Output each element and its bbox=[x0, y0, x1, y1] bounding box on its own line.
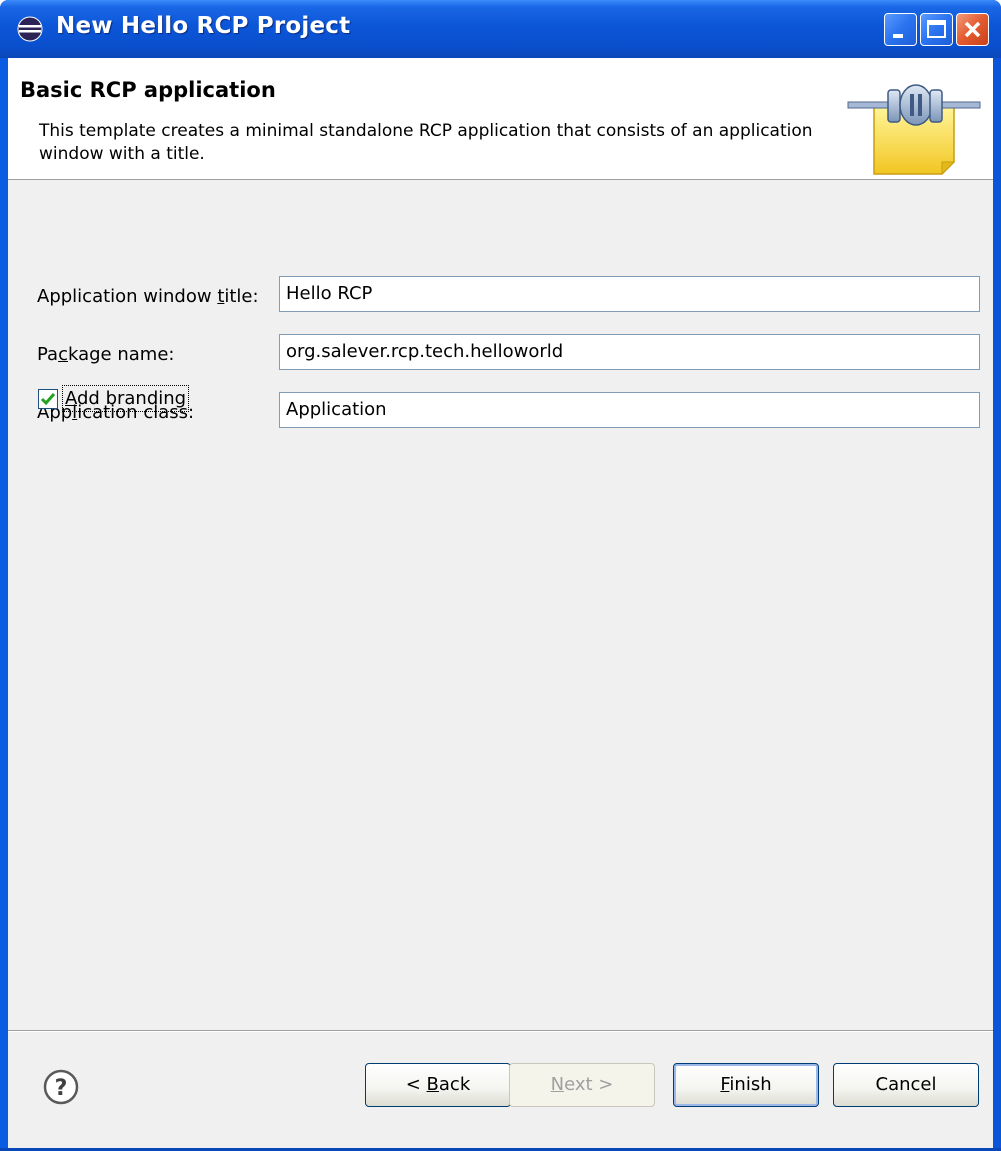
page-title: Basic RCP application bbox=[20, 78, 276, 102]
finish-button[interactable]: Finish bbox=[673, 1063, 819, 1107]
title-bar[interactable]: New Hello RCP Project bbox=[0, 0, 1001, 58]
svg-text:?: ? bbox=[55, 1076, 68, 1101]
close-icon bbox=[964, 21, 981, 38]
checkmark-icon bbox=[40, 393, 56, 406]
field-row-package-name: Package name: org.salever.rcp.tech.hello… bbox=[8, 334, 993, 374]
cancel-button[interactable]: Cancel bbox=[833, 1063, 979, 1107]
wizard-plugin-banner-icon bbox=[847, 84, 981, 176]
next-button[interactable]: Next > bbox=[509, 1063, 655, 1107]
wizard-client-area: Basic RCP application This template crea… bbox=[8, 58, 993, 1151]
page-description: This template creates a minimal standalo… bbox=[39, 121, 813, 164]
back-button[interactable]: < Back bbox=[365, 1063, 511, 1107]
maximize-icon bbox=[927, 20, 946, 38]
application-class-input[interactable]: Application bbox=[279, 392, 980, 428]
footer-separator bbox=[8, 1030, 993, 1032]
close-button[interactable] bbox=[956, 13, 989, 46]
field-row-window-title: Application window title: Hello RCP bbox=[8, 276, 993, 316]
eclipse-icon bbox=[17, 16, 43, 42]
window-title-label: Application window title: bbox=[37, 286, 259, 307]
package-name-label: Package name: bbox=[37, 344, 175, 365]
maximize-button[interactable] bbox=[920, 13, 953, 46]
minimize-button[interactable] bbox=[884, 13, 917, 46]
window-title: New Hello RCP Project bbox=[56, 13, 351, 39]
wizard-window: New Hello RCP Project Basic RCP applicat… bbox=[0, 0, 1001, 1151]
package-name-input[interactable]: org.salever.rcp.tech.helloworld bbox=[279, 334, 980, 370]
window-title-input[interactable]: Hello RCP bbox=[279, 276, 980, 312]
add-branding-checkbox[interactable] bbox=[38, 389, 58, 409]
minimize-icon bbox=[893, 34, 903, 38]
help-question-icon[interactable]: ? bbox=[42, 1068, 80, 1106]
add-branding-label[interactable]: Add branding bbox=[61, 385, 190, 412]
wizard-header: Basic RCP application This template crea… bbox=[8, 58, 993, 180]
